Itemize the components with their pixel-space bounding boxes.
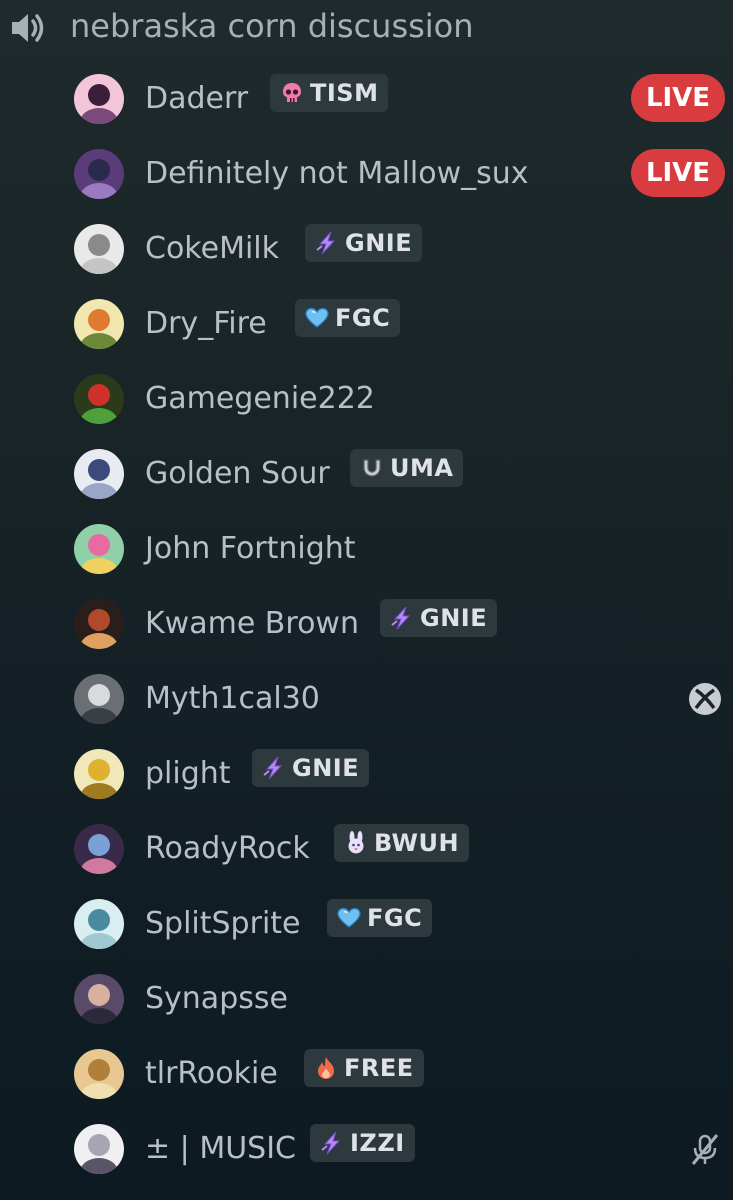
member-name: Golden Sour: [145, 456, 330, 491]
bunny-icon: [342, 829, 370, 857]
lightning-icon: [318, 1129, 346, 1157]
voice-member-row[interactable]: Definitely not Mallow_sux LIVE: [0, 137, 733, 212]
avatar[interactable]: [74, 1124, 124, 1174]
voice-member-row[interactable]: Daderr TISM LIVE: [0, 62, 733, 137]
xbox-icon: [686, 680, 724, 718]
voice-member-row[interactable]: Synapsse: [0, 962, 733, 1037]
server-tag[interactable]: GNIE: [252, 749, 370, 787]
flame-icon: [312, 1054, 340, 1082]
skull-icon: [278, 79, 306, 107]
server-tag[interactable]: GNIE: [380, 599, 498, 637]
server-tag-label: GNIE: [420, 604, 488, 632]
voice-member-row[interactable]: plight GNIE: [0, 737, 733, 812]
server-tag[interactable]: FGC: [327, 899, 433, 937]
avatar[interactable]: [74, 674, 124, 724]
live-badge[interactable]: LIVE: [631, 74, 725, 122]
server-tag[interactable]: IZZI: [310, 1124, 415, 1162]
member-name: Gamegenie222: [145, 381, 375, 416]
channel-name: nebraska corn discussion: [70, 7, 474, 45]
avatar[interactable]: [74, 224, 124, 274]
speaker-icon: [8, 8, 48, 48]
server-tag-label: IZZI: [350, 1129, 405, 1157]
heart-icon: [335, 904, 363, 932]
server-tag-label: FGC: [367, 904, 423, 932]
avatar[interactable]: [74, 524, 124, 574]
server-tag-label: BWUH: [374, 829, 460, 857]
voice-member-row[interactable]: Golden Sour UMA: [0, 437, 733, 512]
avatar[interactable]: [74, 899, 124, 949]
voice-member-row[interactable]: John Fortnight: [0, 512, 733, 587]
server-tag[interactable]: FREE: [304, 1049, 424, 1087]
voice-member-row[interactable]: ± | MUSIC IZZI: [0, 1112, 733, 1187]
voice-member-row[interactable]: Dry_Fire FGC: [0, 287, 733, 362]
voice-member-row[interactable]: Myth1cal30: [0, 662, 733, 737]
voice-member-row[interactable]: CokeMilk GNIE: [0, 212, 733, 287]
member-name: Myth1cal30: [145, 681, 320, 716]
member-name: Kwame Brown: [145, 606, 359, 641]
member-name: plight: [145, 756, 231, 791]
member-name: tlrRookie: [145, 1056, 278, 1091]
muted-mic-icon: [686, 1130, 724, 1168]
avatar[interactable]: [74, 299, 124, 349]
member-name: Synapsse: [145, 981, 288, 1016]
avatar[interactable]: [74, 374, 124, 424]
live-badge[interactable]: LIVE: [631, 149, 725, 197]
heart-icon: [303, 304, 331, 332]
server-tag-label: TISM: [310, 79, 379, 107]
member-name: Definitely not Mallow_sux: [145, 156, 529, 191]
avatar[interactable]: [74, 749, 124, 799]
server-tag-label: GNIE: [292, 754, 360, 782]
member-name: RoadyRock: [145, 831, 310, 866]
member-name: Daderr: [145, 81, 249, 116]
server-tag-label: FREE: [344, 1054, 414, 1082]
member-name: John Fortnight: [145, 531, 356, 566]
avatar[interactable]: [74, 74, 124, 124]
member-name: CokeMilk: [145, 231, 279, 266]
member-name: Dry_Fire: [145, 306, 267, 341]
lightning-icon: [388, 604, 416, 632]
avatar[interactable]: [74, 449, 124, 499]
avatar[interactable]: [74, 599, 124, 649]
horseshoe-icon: [358, 454, 386, 482]
server-tag-label: GNIE: [345, 229, 413, 257]
lightning-icon: [260, 754, 288, 782]
avatar[interactable]: [74, 974, 124, 1024]
server-tag[interactable]: BWUH: [334, 824, 470, 862]
voice-member-row[interactable]: Kwame Brown GNIE: [0, 587, 733, 662]
server-tag[interactable]: UMA: [350, 449, 464, 487]
voice-member-row[interactable]: tlrRookie FREE: [0, 1037, 733, 1112]
server-tag[interactable]: GNIE: [305, 224, 423, 262]
voice-channel-header[interactable]: nebraska corn discussion: [0, 0, 733, 52]
lightning-icon: [313, 229, 341, 257]
avatar[interactable]: [74, 1049, 124, 1099]
avatar[interactable]: [74, 824, 124, 874]
member-name: ± | MUSIC: [145, 1131, 296, 1166]
server-tag[interactable]: FGC: [295, 299, 401, 337]
server-tag[interactable]: TISM: [270, 74, 389, 112]
voice-member-row[interactable]: SplitSprite FGC: [0, 887, 733, 962]
member-name: SplitSprite: [145, 906, 301, 941]
server-tag-label: FGC: [335, 304, 391, 332]
voice-member-list: Daderr TISM LIVE Definitely not Mallow_sux L…: [0, 62, 733, 1187]
voice-member-row[interactable]: Gamegenie222: [0, 362, 733, 437]
server-tag-label: UMA: [390, 454, 454, 482]
avatar[interactable]: [74, 149, 124, 199]
voice-member-row[interactable]: RoadyRock BWUH: [0, 812, 733, 887]
